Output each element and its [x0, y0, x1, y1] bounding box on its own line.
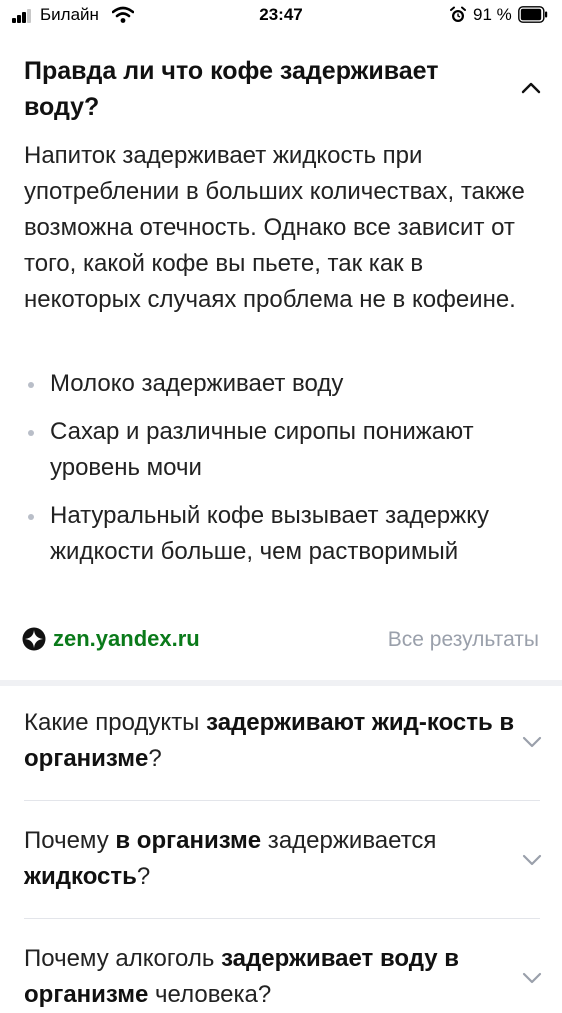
list-item: Натуральный кофе вызывает задержку жидко… [24, 498, 539, 570]
question-title[interactable]: Правда ли что кофе задерживает воду? [24, 53, 494, 125]
battery-icon [518, 6, 548, 23]
chevron-down-icon[interactable] [520, 970, 544, 986]
chevron-down-icon[interactable] [520, 734, 544, 750]
status-bar: Билайн 23:47 91 % [0, 0, 562, 32]
source-domain[interactable]: zen.yandex.ru [53, 626, 200, 652]
section-divider [0, 680, 562, 686]
answer-text: Напиток задерживает жидкость при употреб… [24, 142, 525, 313]
list-item: Сахар и различные сиропы понижают уровен… [24, 414, 539, 486]
chevron-up-icon[interactable] [519, 80, 543, 96]
related-question-1[interactable]: Какие продукты задерживают жид-кость в о… [24, 705, 516, 777]
zen-logo-icon [22, 627, 46, 651]
bullet-dot-icon [28, 430, 34, 436]
list-item-text: Молоко задерживает воду [50, 370, 344, 397]
list-item-text: Натуральный кофе вызывает задержку жидко… [50, 502, 489, 565]
list-item-text: Сахар и различные сиропы понижают уровен… [50, 418, 474, 481]
related-question-2[interactable]: Почему в организме задерживается жидкост… [24, 823, 516, 895]
answer-bullet-list: Молоко задерживает воду Сахар и различны… [24, 366, 539, 582]
bullet-dot-icon [28, 382, 34, 388]
divider [24, 918, 540, 919]
alarm-icon [450, 6, 466, 22]
related-question-3[interactable]: Почему алкоголь задерживает воду в орган… [24, 941, 516, 1013]
list-item: Молоко задерживает воду [24, 366, 539, 402]
bullet-dot-icon [28, 514, 34, 520]
chevron-down-icon[interactable] [520, 852, 544, 868]
battery-percent: 91 % [473, 5, 512, 24]
all-results-link[interactable]: Все результаты [388, 628, 539, 652]
divider [24, 800, 540, 801]
source-link[interactable]: zen.yandex.ru [22, 626, 200, 652]
